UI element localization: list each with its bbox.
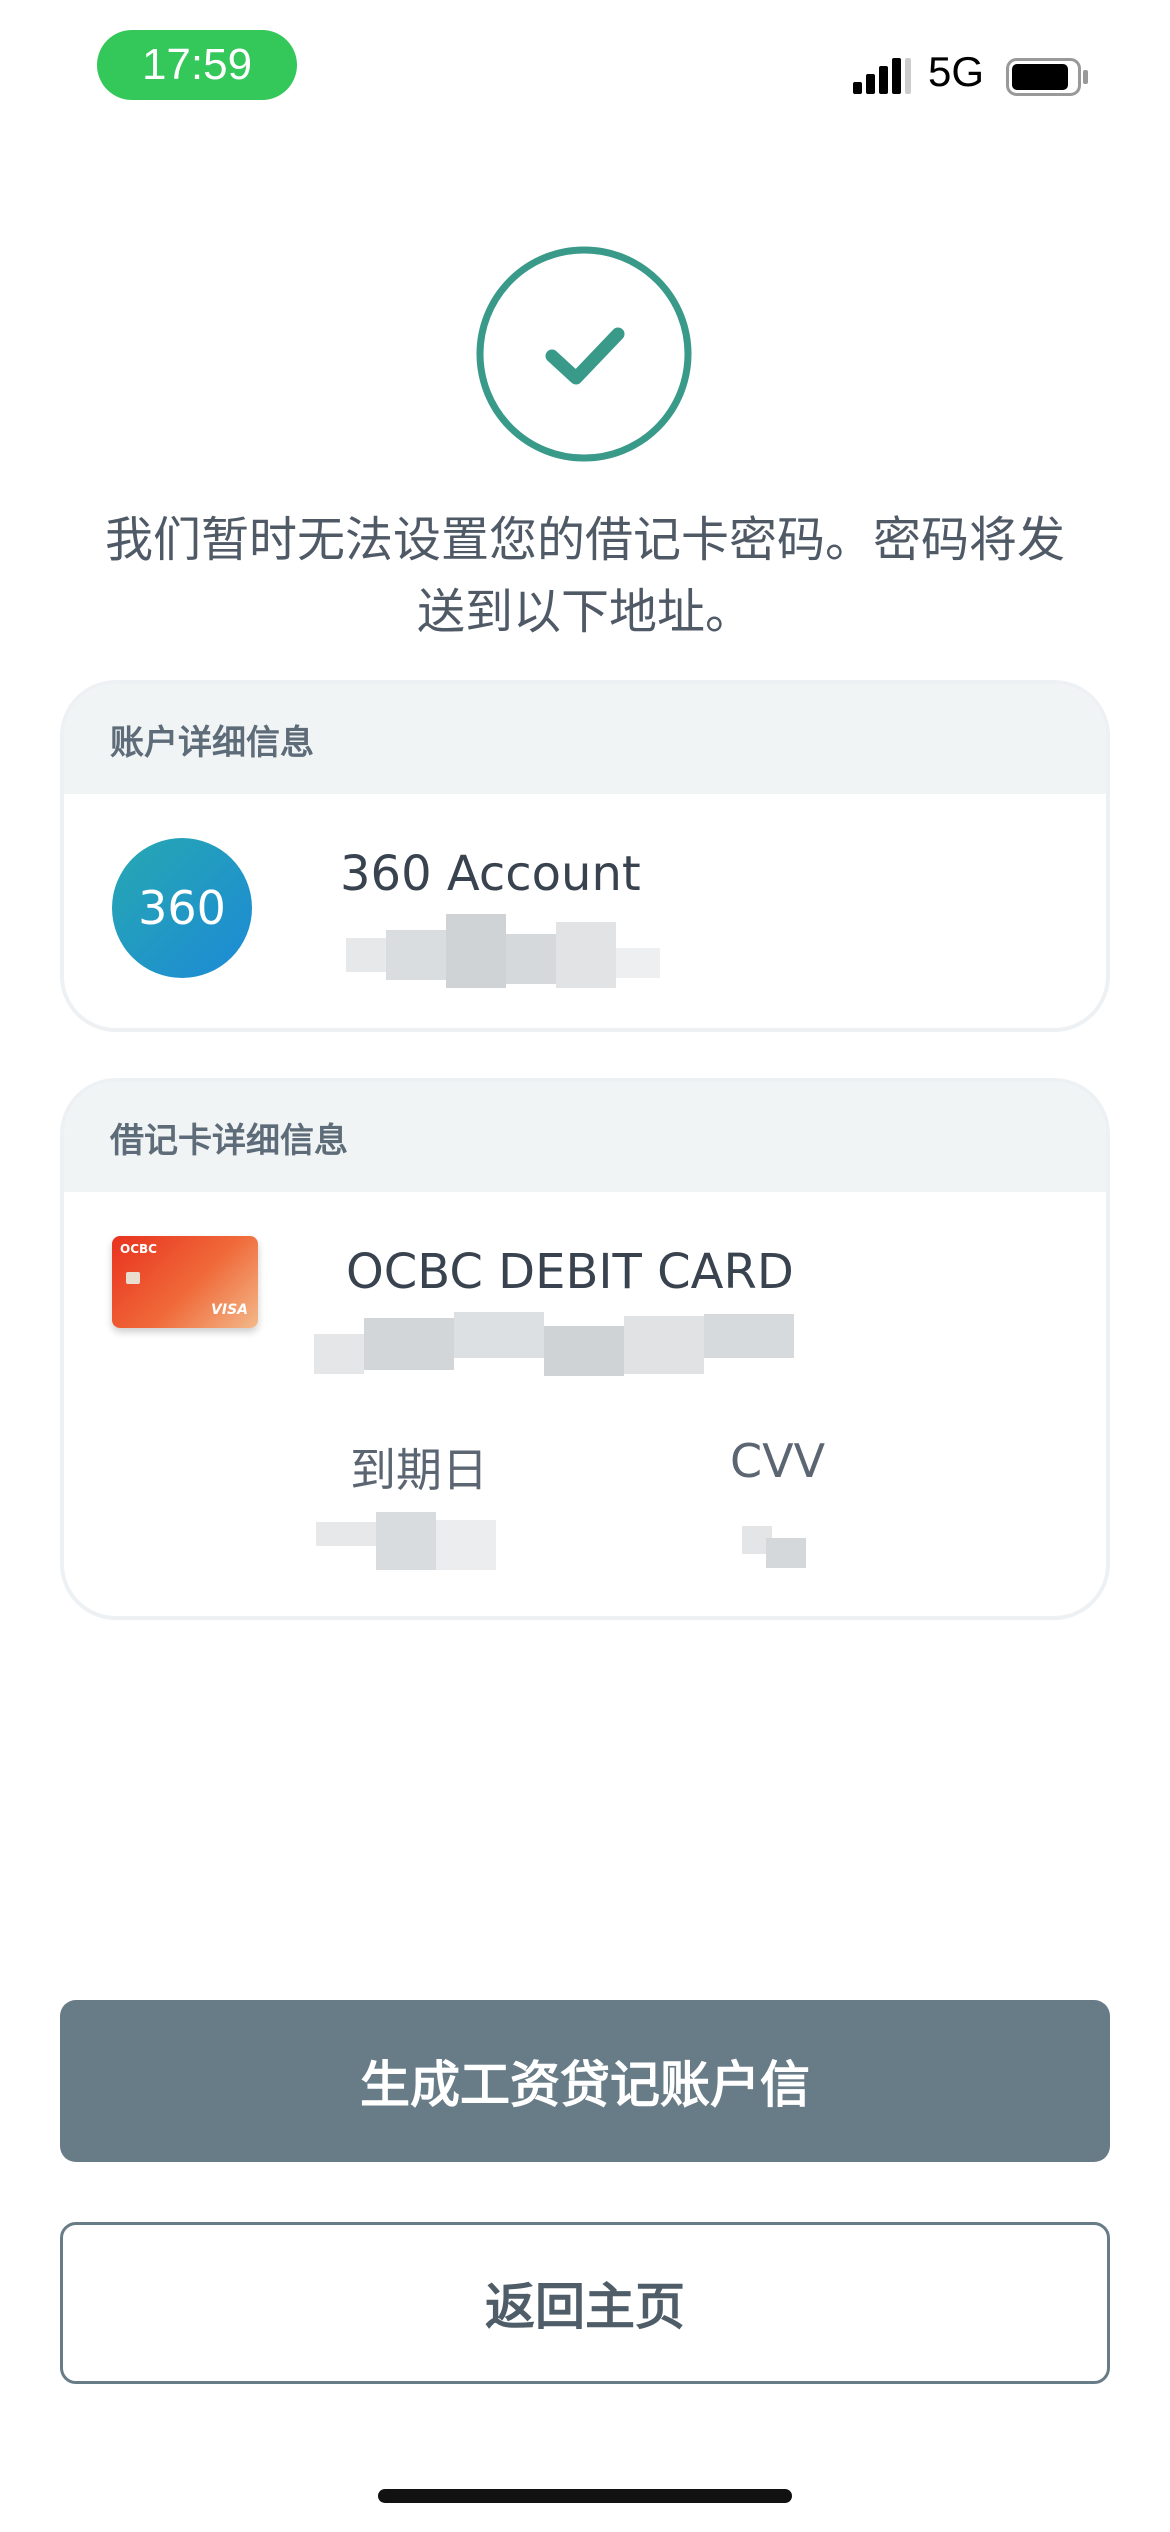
battery-icon	[1006, 58, 1088, 96]
account-avatar: 360	[112, 838, 252, 978]
card-number-redacted	[314, 1308, 814, 1378]
back-to-home-button[interactable]: 返回主页	[60, 2222, 1110, 2384]
expiry-label: 到期日	[350, 1443, 488, 1497]
debit-card-image: OCBC VISA	[112, 1236, 258, 1328]
debit-card-details-header: 借记卡详细信息	[64, 1082, 1106, 1192]
network-type: 5G	[928, 48, 985, 95]
status-bar: 17:59 5G	[0, 0, 1170, 140]
cvv-value-redacted	[722, 1518, 822, 1578]
account-number-redacted	[336, 904, 686, 992]
home-indicator[interactable]	[378, 2489, 792, 2503]
debit-card-name: OCBC DEBIT CARD	[346, 1244, 794, 1300]
card-chip	[126, 1272, 140, 1284]
status-time: 17:59	[97, 30, 297, 100]
status-message: 我们暂时无法设置您的借记卡密码。密码将发送到以下地址。	[104, 512, 1065, 640]
debit-card-details-card: 借记卡详细信息 OCBC VISA OCBC DEBIT CARD 到期日 CV…	[60, 1078, 1110, 1620]
expiry-value-redacted	[316, 1508, 516, 1574]
account-details-header: 账户详细信息	[64, 684, 1106, 794]
checkmark-icon	[476, 246, 692, 462]
cvv-label: CVV	[730, 1434, 826, 1488]
visa-logo: VISA	[211, 1302, 248, 1318]
generate-salary-letter-button[interactable]: 生成工资贷记账户信	[60, 2000, 1110, 2162]
signal-icon	[853, 58, 911, 94]
card-brand-logo: OCBC	[120, 1242, 157, 1256]
account-details-card: 账户详细信息 360 360 Account	[60, 680, 1110, 1032]
account-name: 360 Account	[340, 846, 641, 902]
